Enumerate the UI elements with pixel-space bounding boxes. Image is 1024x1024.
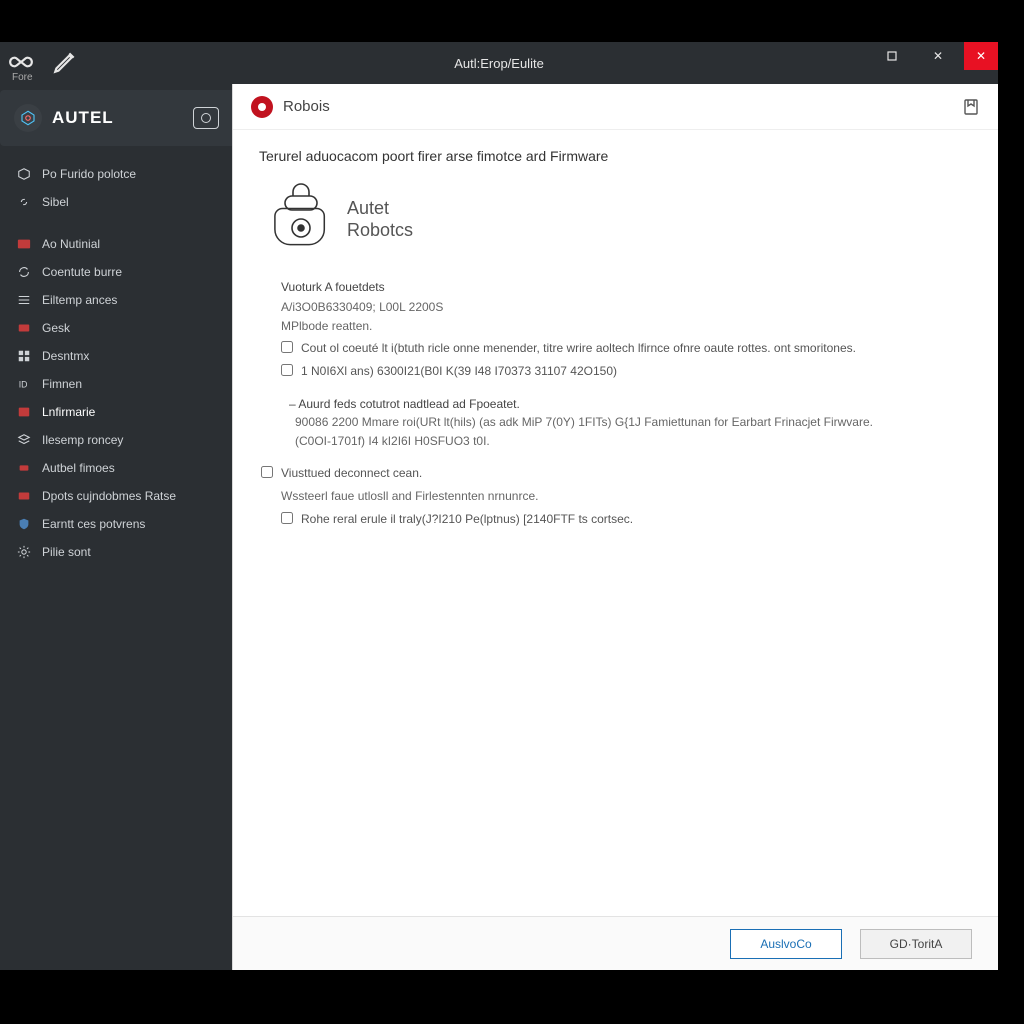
nav-label: Lnfirmarie: [42, 405, 95, 419]
minimize-button[interactable]: [872, 42, 912, 70]
info-block-3: Viusttued deconnect cean. Wssteerl faue …: [261, 464, 958, 528]
nav-item-ilesemp[interactable]: Ilesemp roncey: [0, 426, 232, 454]
svg-text:ID: ID: [19, 380, 28, 390]
tag-icon: [16, 320, 32, 336]
main-header: Robois: [233, 84, 998, 130]
block-head: Vuoturk A fouetdets: [281, 278, 958, 297]
primary-button[interactable]: AuslvoCo: [730, 929, 842, 959]
app-window: Fore Autl:Erop/Eulite ✕ ✕ AUTEL Po Furid…: [0, 42, 998, 970]
brand-dot-icon: [251, 96, 273, 118]
drone-icon: [16, 460, 32, 476]
nav-label: Coentute burre: [42, 265, 122, 279]
close-button[interactable]: ✕: [964, 42, 998, 70]
window-controls: ✕ ✕: [872, 42, 998, 70]
nav-label: Ilesemp roncey: [42, 433, 123, 447]
checkbox-label: Viusttued deconnect cean.: [281, 464, 422, 483]
gear-icon: [16, 544, 32, 560]
nav-group-1: Po Furido polotce Sibel: [0, 156, 232, 220]
brand-header[interactable]: AUTEL: [0, 90, 233, 146]
sidebar: AUTEL Po Furido polotce Sibel Ao Nutinia…: [0, 84, 232, 970]
block-line: Wssteerl faue utlosll and Firlestennten …: [281, 487, 958, 506]
card-icon: [16, 236, 32, 252]
nav-item-po-furido[interactable]: Po Furido polotce: [0, 160, 232, 188]
dash-line: – Auurd feds cotutrot nadtlead ad Fpoeat…: [289, 395, 958, 414]
lock-robot-icon: [273, 182, 329, 258]
product-name: Autet Robotcs: [347, 198, 413, 241]
block-line: 90086 2200 Mmare roi(URt lt(hils) (as ad…: [295, 413, 958, 432]
main-subtitle: Terurel aduocacom poort firer arse fimot…: [233, 130, 998, 164]
layers-icon: [16, 432, 32, 448]
titlebar: Fore Autl:Erop/Eulite ✕ ✕: [0, 42, 998, 84]
footer-bar: AuslvoCo GD·ToritA: [233, 916, 998, 970]
nav-label: Eiltemp ances: [42, 293, 117, 307]
nav-label: Ao Nutinial: [42, 237, 100, 251]
main-panel: Robois Terurel aduocacom poort firer ars…: [232, 84, 998, 970]
nav-label: Desntmx: [42, 349, 89, 363]
nav-item-autbel-fimoes[interactable]: Autbel fimoes: [0, 454, 232, 482]
shield-icon: [16, 516, 32, 532]
nav-label: Fimnen: [42, 377, 82, 391]
checkbox-label: Cout ol coeuté lt i(btuth ricle onne men…: [301, 339, 856, 358]
grid-icon: [16, 348, 32, 364]
nav-item-dpots[interactable]: Dpots cujndobmes Ratse: [0, 482, 232, 510]
block-line: MPlbode reatten.: [281, 317, 958, 336]
secondary-button[interactable]: GD·ToritA: [860, 929, 972, 959]
brand-name: AUTEL: [52, 108, 114, 128]
bookmark-icon[interactable]: [962, 98, 980, 116]
nav-item-pilie-sont[interactable]: Pilie sont: [0, 538, 232, 566]
checkbox-label: 1 N0I6Xl ans) 6300I21(B0I K(39 I48 I7037…: [301, 362, 617, 381]
checkbox-row[interactable]: Viusttued deconnect cean.: [261, 464, 958, 483]
content-area: Autet Robotcs Vuoturk A fouetdets A/i3O0…: [233, 164, 998, 916]
checkbox-label: Rohe reral erule il traly(J?I210 Pe(lptn…: [301, 510, 633, 529]
nav-item-gesk[interactable]: Gesk: [0, 314, 232, 342]
nav-label: Autbel fimoes: [42, 461, 115, 475]
camera-icon[interactable]: [193, 107, 219, 129]
cube-icon: [16, 166, 32, 182]
link-icon: [16, 194, 32, 210]
refresh-icon: [16, 264, 32, 280]
nav-item-earntt[interactable]: Earntt ces potvrens: [0, 510, 232, 538]
checkbox[interactable]: [281, 364, 293, 376]
nav-label: Sibel: [42, 195, 69, 209]
app-body: AUTEL Po Furido polotce Sibel Ao Nutinia…: [0, 84, 998, 970]
nav-item-lnfirmarie[interactable]: Lnfirmarie: [0, 398, 232, 426]
titlebar-tool-label: Fore: [12, 72, 33, 83]
nav-item-sibel[interactable]: Sibel: [0, 188, 232, 216]
product-row: Autet Robotcs: [273, 182, 958, 258]
window-title: Autl:Erop/Eulite: [454, 56, 544, 71]
brand-logo-icon: [14, 104, 42, 132]
text-icon: ID: [16, 376, 32, 392]
nav-item-desntmx[interactable]: Desntmx: [0, 342, 232, 370]
nav-item-ao-nutinial[interactable]: Ao Nutinial: [0, 230, 232, 258]
checkbox[interactable]: [281, 341, 293, 353]
nav-label: Po Furido polotce: [42, 167, 136, 181]
block-line: A/i3O0B6330409; L00L 2200S: [281, 298, 958, 317]
checkbox-row[interactable]: Cout ol coeuté lt i(btuth ricle onne men…: [281, 339, 958, 358]
info-block-2: – Auurd feds cotutrot nadtlead ad Fpoeat…: [281, 395, 958, 451]
main-heading: Robois: [283, 98, 330, 115]
nav-item-fimnen[interactable]: ID Fimnen: [0, 370, 232, 398]
nav-item-coentute[interactable]: Coentute burre: [0, 258, 232, 286]
pencil-icon[interactable]: [52, 49, 78, 78]
nav-item-eiltemp[interactable]: Eiltemp ances: [0, 286, 232, 314]
nav-label: Pilie sont: [42, 545, 91, 559]
block-line: (C0OI-1701f) I4 kI2I6I H0SFUO3 t0I.: [295, 432, 958, 451]
sliders-icon: [16, 292, 32, 308]
firmware-icon: [16, 404, 32, 420]
nav-label: Earntt ces potvrens: [42, 517, 145, 531]
checkbox-row[interactable]: Rohe reral erule il traly(J?I210 Pe(lptn…: [281, 510, 958, 529]
nav-label: Gesk: [42, 321, 70, 335]
nav-label: Dpots cujndobmes Ratse: [42, 489, 176, 503]
rates-icon: [16, 488, 32, 504]
nav-group-2: Ao Nutinial Coentute burre Eiltemp ances…: [0, 226, 232, 570]
checkbox[interactable]: [261, 466, 273, 478]
maximize-button[interactable]: ✕: [918, 42, 958, 70]
checkbox[interactable]: [281, 512, 293, 524]
checkbox-row[interactable]: 1 N0I6Xl ans) 6300I21(B0I K(39 I48 I7037…: [281, 362, 958, 381]
info-block-1: Vuoturk A fouetdets A/i3O0B6330409; L00L…: [281, 278, 958, 381]
